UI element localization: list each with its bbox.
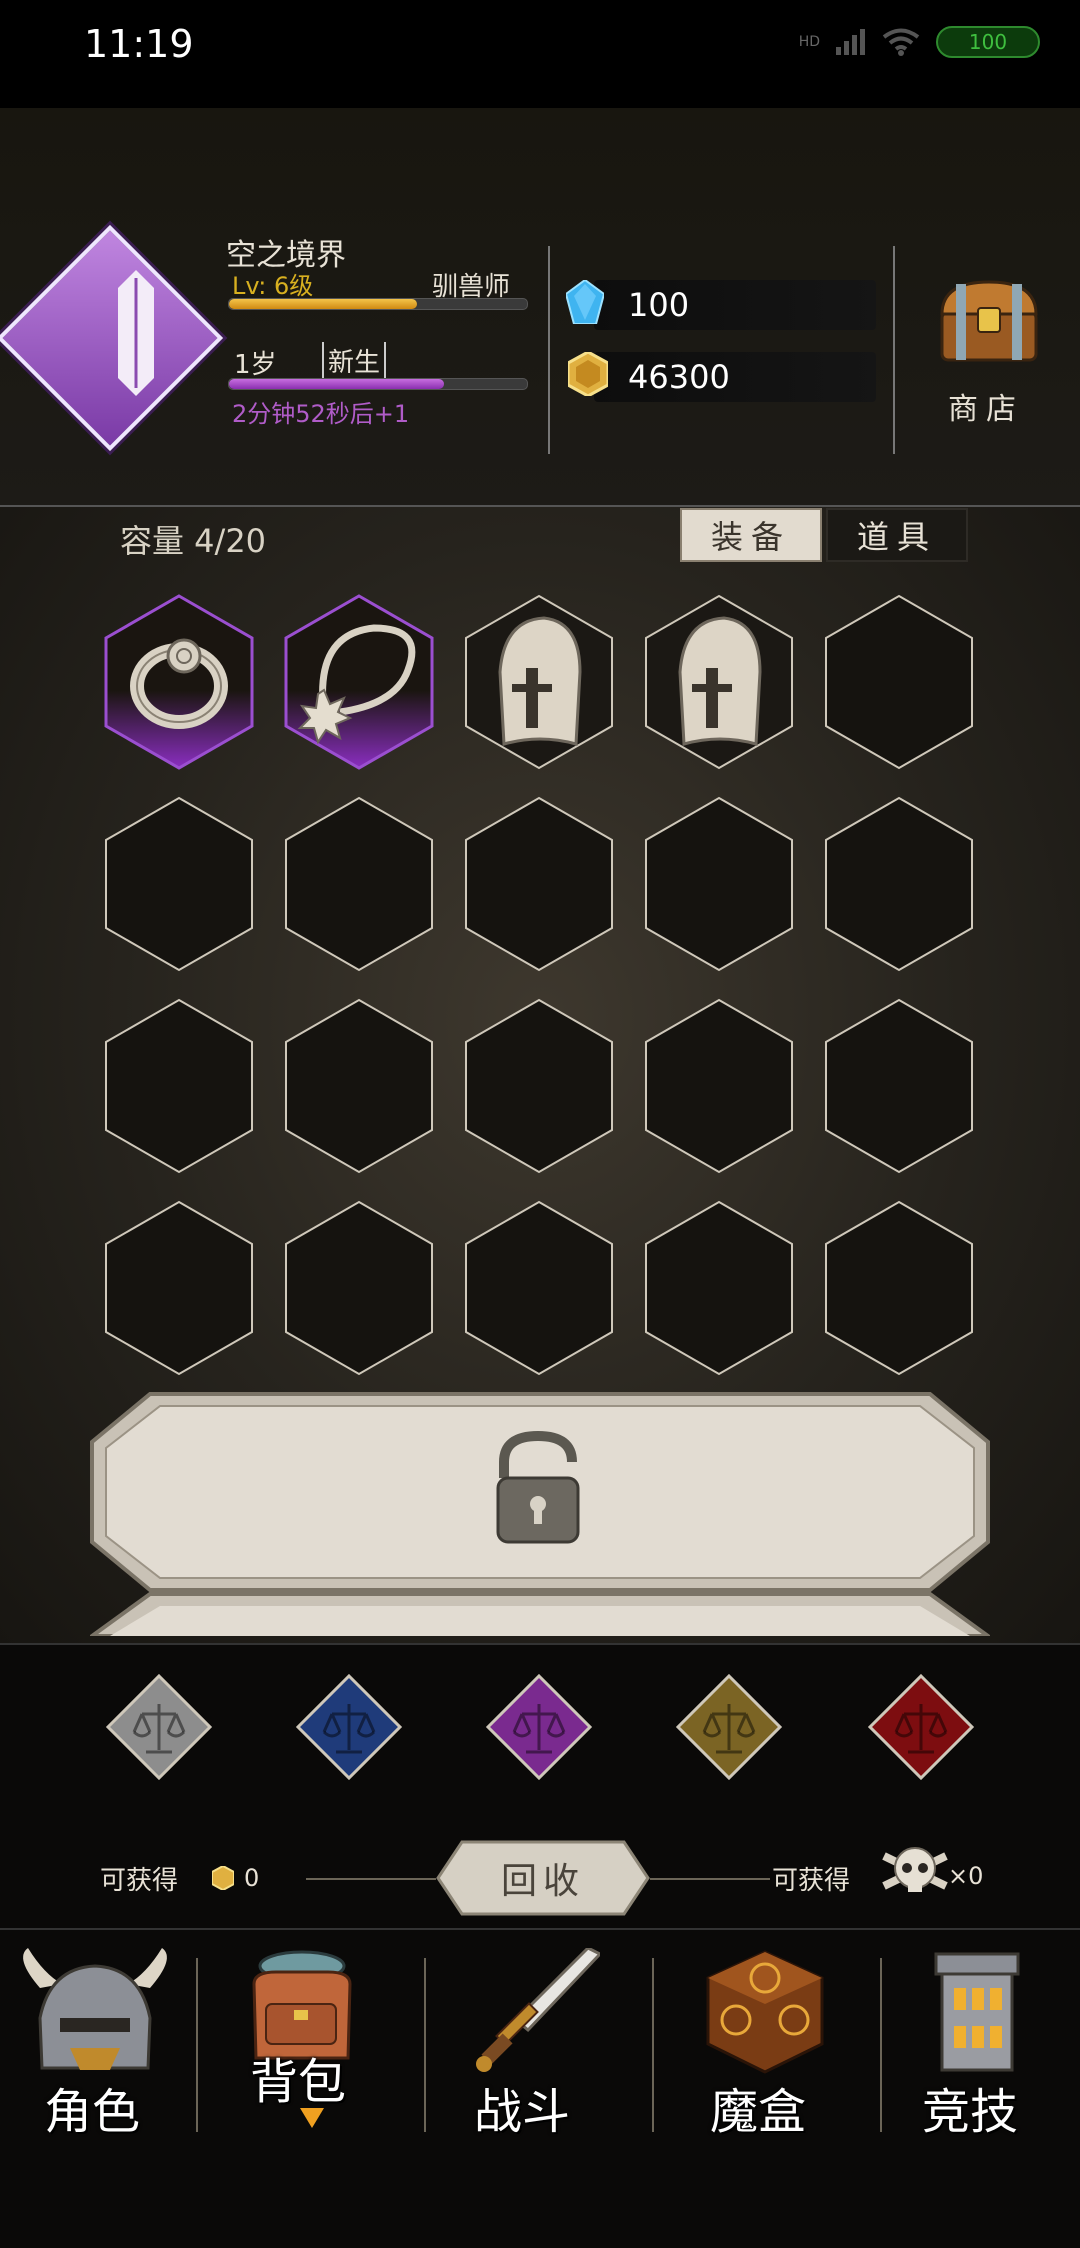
inventory-slot[interactable] — [644, 796, 794, 972]
reward-label-right: 可获得 — [772, 1866, 851, 1896]
inventory-slot[interactable] — [284, 796, 434, 972]
divider-line — [0, 1643, 1080, 1645]
sword-icon — [476, 1946, 603, 2072]
inventory-slot[interactable] — [644, 1200, 794, 1376]
helmet-icon — [678, 616, 762, 746]
age-timer: 2分钟52秒后+1 — [232, 400, 410, 428]
header-divider — [893, 246, 895, 454]
nav-role-label[interactable]: 角色 — [44, 2072, 140, 2142]
player-level: Lv: 6级 — [232, 272, 314, 300]
nav-divider — [424, 1958, 426, 2132]
inventory-slot[interactable] — [824, 796, 974, 972]
nav-magic-box-label[interactable]: 魔盒 — [710, 2072, 806, 2142]
status-time: 11:19 — [84, 22, 194, 66]
treasure-chest-icon[interactable] — [936, 278, 1042, 364]
inventory-slot[interactable] — [824, 1200, 974, 1376]
header-divider — [548, 246, 550, 454]
locked-row-panel[interactable] — [90, 1592, 990, 1636]
gem-count: 100 — [628, 286, 690, 324]
divider-line — [306, 1878, 436, 1880]
status-bar: 11:19 HD 100 — [0, 0, 1080, 108]
avatar-emblem-icon — [118, 270, 154, 396]
signal-icon — [836, 29, 865, 55]
tower-icon — [934, 1952, 1020, 2072]
inventory-slot[interactable] — [104, 594, 254, 770]
age-progress-fill — [229, 379, 444, 389]
inventory-slot[interactable] — [644, 998, 794, 1174]
inventory-slot[interactable] — [464, 796, 614, 972]
reward-coin-value: 0 — [244, 1864, 260, 1892]
coin-icon — [568, 352, 608, 396]
coin-icon — [212, 1866, 234, 1890]
level-progress-fill — [229, 299, 417, 309]
magic-box-icon — [706, 1950, 824, 2074]
coin-count: 46300 — [628, 358, 730, 396]
nav-backpack-label[interactable]: 背包 — [250, 2042, 346, 2112]
reward-label-left: 可获得 — [100, 1866, 179, 1896]
capacity-label: 容量 4/20 — [120, 522, 267, 560]
age-progress-bar — [228, 378, 528, 390]
helmet-icon — [23, 1948, 167, 2070]
inventory-slot[interactable] — [284, 594, 434, 770]
helmet-icon — [498, 616, 582, 746]
nav-arena-label[interactable]: 竞技 — [922, 2072, 1018, 2142]
recycle-button[interactable]: 回收 — [436, 1840, 650, 1916]
level-progress-bar — [228, 298, 528, 310]
inventory-slot[interactable] — [104, 998, 254, 1174]
purple-scale-icon[interactable] — [486, 1674, 592, 1780]
nav-divider — [652, 1958, 654, 2132]
player-stage: 新生 — [322, 342, 387, 379]
status-icons: HD 100 — [799, 26, 1040, 58]
active-indicator-icon — [300, 2108, 324, 2128]
shop-button-label[interactable]: 商店 — [948, 384, 1024, 428]
inventory-slot[interactable] — [464, 998, 614, 1174]
inventory-slot[interactable] — [284, 1200, 434, 1376]
inventory-slot[interactable] — [104, 796, 254, 972]
tab-equipment[interactable]: 装备 — [680, 508, 822, 562]
inventory-slot[interactable] — [824, 998, 974, 1174]
locked-row-panel[interactable] — [90, 1392, 990, 1592]
inventory-slot[interactable] — [644, 594, 794, 770]
inventory-slot[interactable] — [104, 1200, 254, 1376]
grey-scale-icon[interactable] — [106, 1674, 212, 1780]
wifi-icon — [882, 28, 920, 56]
gold-scale-icon[interactable] — [676, 1674, 782, 1780]
inventory-slot[interactable] — [464, 1200, 614, 1376]
network-hd-label: HD — [798, 34, 820, 50]
reward-skull-value: ×0 — [948, 1862, 984, 1890]
divider-line — [0, 1928, 1080, 1930]
player-age: 1岁 — [234, 350, 277, 380]
inventory-slot[interactable] — [824, 594, 974, 770]
red-scale-icon[interactable] — [868, 1674, 974, 1780]
battery-indicator: 100 — [936, 26, 1040, 58]
inventory-slot[interactable] — [284, 998, 434, 1174]
tab-items[interactable]: 道具 — [826, 508, 968, 562]
inventory-slot[interactable] — [464, 594, 614, 770]
gem-icon — [566, 280, 604, 324]
nav-divider — [880, 1958, 882, 2132]
nav-battle-label[interactable]: 战斗 — [474, 2072, 570, 2142]
blue-scale-icon[interactable] — [296, 1674, 402, 1780]
divider-line — [650, 1878, 770, 1880]
nav-divider — [196, 1958, 198, 2132]
skull-crossbones-icon — [882, 1847, 948, 1892]
